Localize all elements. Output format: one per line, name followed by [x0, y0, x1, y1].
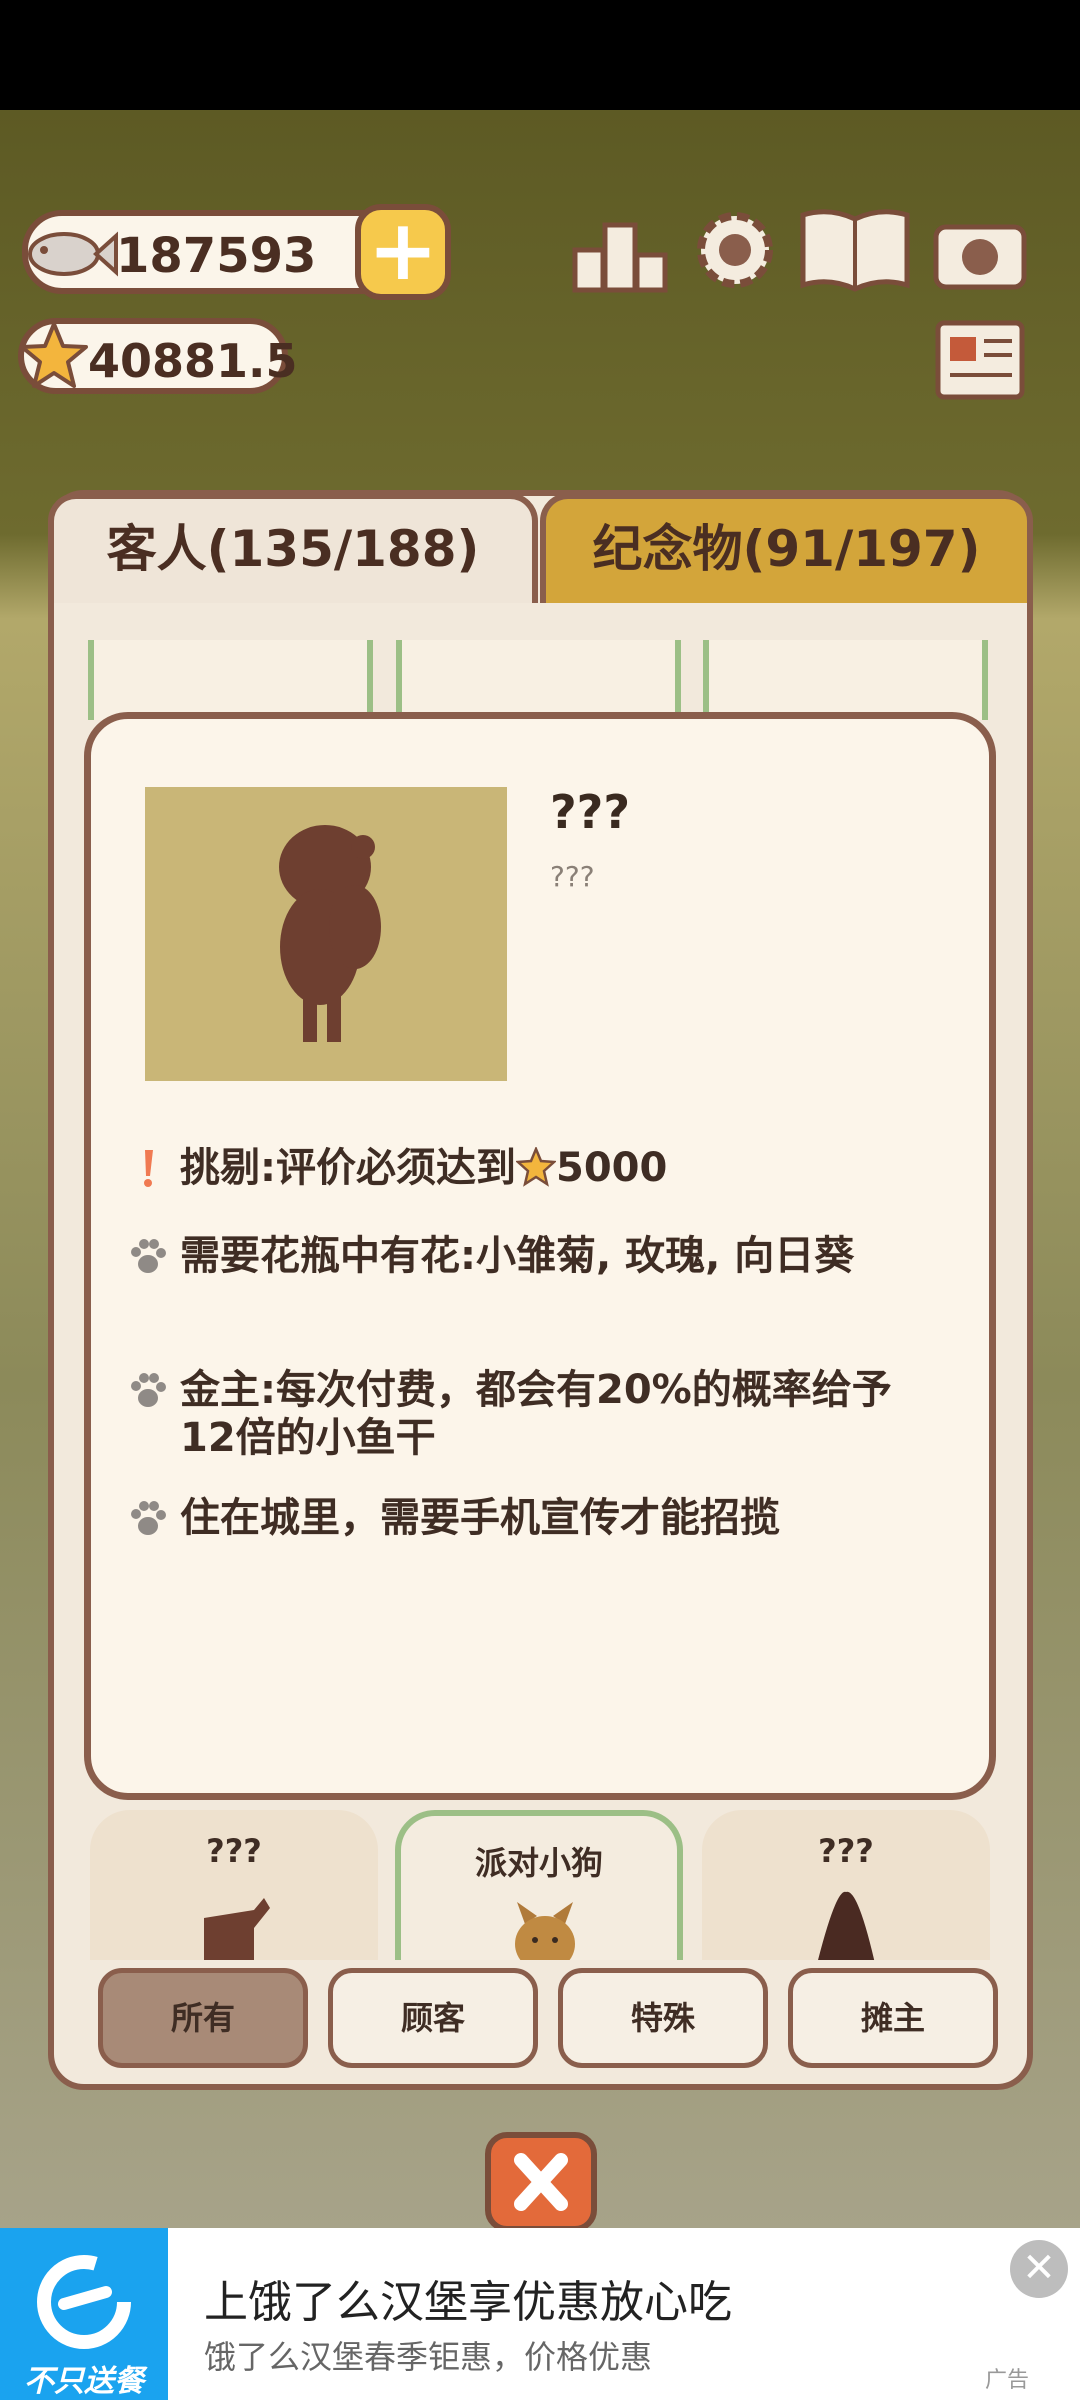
guest-subtitle: ??? — [550, 860, 595, 893]
filter-vendors-button[interactable]: 摊主 — [788, 1968, 998, 2068]
trait-patron: 金主:每次付费，都会有20%的概率给予12倍的小鱼干 — [131, 1366, 940, 1462]
guest-card-label: ??? — [206, 1832, 262, 1870]
leaderboard-icon[interactable] — [570, 210, 670, 300]
fish-currency: 187593 — [22, 210, 412, 294]
trait-text: 挑剔:评价必须达到 — [180, 1145, 516, 1191]
guest-name: ??? — [550, 785, 631, 839]
filter-all-button[interactable]: 所有 — [98, 1968, 308, 2068]
guest-card[interactable]: 派对小狗 — [395, 1810, 683, 1960]
trait-picky: 挑剔:评价必须达到 5000 — [144, 1144, 940, 1192]
guest-silhouette-icon — [204, 1898, 270, 1960]
trait-text: 金主:每次付费，都会有20%的概率给予12倍的小鱼干 — [180, 1367, 892, 1461]
ad-tag: 广告 — [985, 2368, 1030, 2393]
guest-silhouette-icon — [279, 825, 381, 1042]
trait-city: 住在城里，需要手机宣传才能招揽 — [131, 1494, 940, 1542]
guest-grid-cell[interactable] — [396, 640, 681, 720]
ad-title: 上饿了么汉堡享优惠放心吃 — [204, 2277, 732, 2328]
trait-text: 需要花瓶中有花:小雏菊, 玫瑰, 向日葵 — [180, 1233, 855, 1279]
guest-grid-cell[interactable] — [88, 640, 373, 720]
album-book-icon[interactable] — [795, 205, 915, 295]
close-icon — [514, 2153, 568, 2211]
guest-card[interactable]: ??? — [702, 1810, 990, 1960]
trait-flowers: 需要花瓶中有花:小雏菊, 玫瑰, 向日葵 — [131, 1232, 940, 1280]
tab-guests[interactable]: 客人(135/188) — [48, 493, 538, 603]
filter-special-button[interactable]: 特殊 — [558, 1968, 768, 2068]
ad-close-button[interactable]: ✕ — [1010, 2240, 1068, 2298]
tab-souvenirs[interactable]: 纪念物(91/197) — [540, 493, 1033, 603]
guest-card-label: ??? — [818, 1832, 874, 1870]
fish-count: 187593 — [116, 228, 317, 284]
fish-icon — [28, 231, 118, 277]
trait-text: 住在城里，需要手机宣传才能招揽 — [180, 1495, 780, 1541]
party-dog-icon — [515, 1902, 575, 1960]
trait-threshold: 5000 — [556, 1145, 668, 1191]
paw-icon — [131, 1239, 166, 1273]
newspaper-icon[interactable] — [930, 315, 1030, 405]
guest-card[interactable]: ??? — [90, 1810, 378, 1960]
ad-logo: 不只送餐 — [0, 2228, 168, 2400]
paw-icon — [131, 1501, 166, 1535]
ad-banner[interactable]: 不只送餐 上饿了么汉堡享优惠放心吃 饿了么汉堡春季钜惠，价格优惠 广告 — [0, 2228, 1080, 2400]
exclamation-icon — [144, 1150, 153, 1187]
guest-portrait — [145, 787, 507, 1081]
ad-logo-text: 不只送餐 — [24, 2364, 144, 2399]
star-count: 40881.5 — [88, 334, 298, 388]
status-bar — [0, 0, 1080, 110]
ad-subtitle: 饿了么汉堡春季钜惠，价格优惠 — [204, 2338, 653, 2376]
star-icon — [20, 322, 88, 388]
star-icon — [516, 1147, 556, 1187]
settings-gear-icon[interactable] — [685, 205, 785, 295]
guest-card-label: 派对小狗 — [474, 1844, 603, 1882]
paw-icon — [131, 1373, 166, 1407]
star-rating: 40881.5 — [18, 318, 298, 394]
guest-silhouette-icon — [818, 1891, 875, 1960]
add-fish-button[interactable]: + — [355, 204, 451, 300]
guest-grid-cell[interactable] — [703, 640, 988, 720]
camera-icon[interactable] — [930, 205, 1030, 295]
guest-grid-top-row — [88, 640, 993, 720]
close-panel-button[interactable] — [485, 2132, 597, 2232]
filter-customers-button[interactable]: 顾客 — [328, 1968, 538, 2068]
eleme-logo-icon — [37, 2255, 131, 2349]
